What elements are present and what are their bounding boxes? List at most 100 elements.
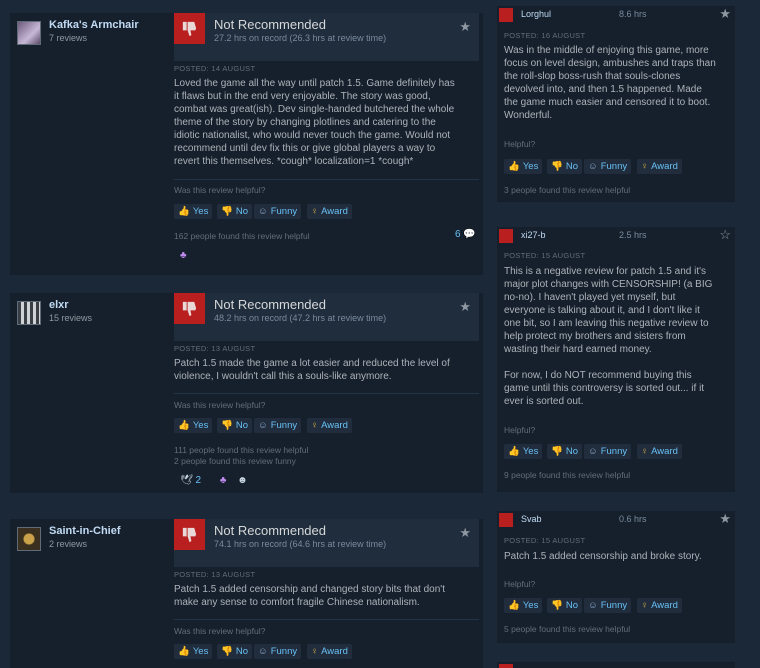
star-icon[interactable]: ★ — [719, 6, 731, 22]
award-button[interactable]: ♀ Award — [307, 644, 352, 659]
helpful-question: Helpful? — [504, 139, 536, 149]
award-icon: ♀ — [311, 206, 319, 217]
thumbs-up-icon: 👍 — [178, 646, 190, 657]
funny-button[interactable]: ☺ Funny — [584, 598, 632, 613]
star-icon[interactable]: ★ — [719, 511, 731, 527]
thumbs-up-icon: 👍 — [508, 600, 520, 611]
reviewer-name[interactable]: Svab — [521, 514, 542, 524]
thumbs-down-icon — [499, 8, 513, 22]
divider — [174, 179, 479, 180]
review-card-partial — [497, 662, 735, 668]
helpful-question: Was this review helpful? — [174, 185, 266, 195]
verdict-title: Not Recommended — [214, 17, 326, 32]
hours-played: 74.1 hrs on record (64.6 hrs at review t… — [214, 539, 387, 549]
review-header[interactable]: Lorghul 8.6 hrs ★ — [497, 6, 735, 24]
funny-button[interactable]: ☺ Funny — [254, 418, 302, 433]
no-button[interactable]: 👎 No — [547, 159, 582, 174]
yes-button[interactable]: 👍 Yes — [504, 598, 543, 613]
thumbs-up-icon: 👍 — [508, 161, 520, 172]
comments-link[interactable]: 6 💬 — [455, 229, 476, 240]
smiley-icon: ☺ — [588, 446, 598, 457]
star-icon[interactable]: ★ — [459, 299, 471, 315]
avatar[interactable] — [17, 301, 41, 325]
helpful-question: Was this review helpful? — [174, 400, 266, 410]
verdict-header[interactable]: Not Recommended 27.2 hrs on record (26.3… — [174, 13, 479, 61]
thumbs-up-icon: 👍 — [178, 420, 190, 431]
award-button[interactable]: ♀ Award — [307, 204, 352, 219]
funny-button[interactable]: ☺ Funny — [254, 644, 302, 659]
smiley-icon: ☺ — [588, 161, 598, 172]
review-card: Svab 0.6 hrs ★ POSTED: 15 AUGUST Patch 1… — [497, 511, 735, 643]
avatar[interactable] — [17, 21, 41, 45]
posted-date: POSTED: 16 AUGUST — [504, 31, 586, 40]
yes-button[interactable]: 👍 Yes — [504, 444, 543, 459]
award-reaction-icon: ♣ — [180, 250, 187, 261]
yes-button[interactable]: 👍 Yes — [174, 204, 213, 219]
review-text: Loved the game all the way until patch 1… — [174, 78, 455, 167]
thumbs-down-icon — [499, 664, 513, 668]
no-button[interactable]: 👎 No — [217, 644, 252, 659]
no-button[interactable]: 👎 No — [547, 598, 582, 613]
thumbs-up-icon: 👍 — [508, 446, 520, 457]
reviewer-name[interactable]: xi27-b — [521, 230, 546, 240]
helpful-count: 3 people found this review helpful — [504, 185, 631, 195]
thumbs-down-icon: 👎 — [221, 420, 233, 431]
star-icon[interactable]: ★ — [459, 19, 471, 35]
reactions: ♣ — [180, 250, 195, 261]
star-icon[interactable]: ★ — [459, 525, 471, 541]
thumbs-down-icon: 👎 — [221, 206, 233, 217]
thumbs-down-icon — [174, 293, 205, 324]
review-text: Patch 1.5 made the game a lot easier and… — [174, 358, 450, 382]
reviewer-name[interactable]: Lorghul — [521, 9, 551, 19]
yes-button[interactable]: 👍 Yes — [174, 418, 213, 433]
thumbs-down-icon — [174, 519, 205, 550]
review-card: xi27-b 2.5 hrs ☆ POSTED: 15 AUGUST This … — [497, 227, 735, 492]
review-count[interactable]: 15 reviews — [49, 313, 92, 323]
review-header[interactable]: xi27-b 2.5 hrs ☆ — [497, 227, 735, 245]
thumbs-down-icon — [499, 513, 513, 527]
no-button[interactable]: 👎 No — [547, 444, 582, 459]
helpful-count: 9 people found this review helpful — [504, 470, 631, 480]
smiley-icon: ☺ — [258, 206, 268, 217]
verdict-header[interactable]: Not Recommended 74.1 hrs on record (64.6… — [174, 519, 479, 567]
award-icon: ♀ — [641, 161, 649, 172]
smiley-icon: ☺ — [588, 600, 598, 611]
star-icon[interactable]: ☆ — [719, 227, 731, 243]
divider — [174, 619, 479, 620]
award-button[interactable]: ♀ Award — [307, 418, 352, 433]
helpful-count: 111 people found this review helpful 2 p… — [174, 445, 309, 466]
funny-button[interactable]: ☺ Funny — [584, 444, 632, 459]
award-icon: ♀ — [311, 646, 319, 657]
thumbs-down-icon: 👎 — [221, 646, 233, 657]
posted-date: POSTED: 15 AUGUST — [504, 536, 586, 545]
hours-played: 48.2 hrs on record (47.2 hrs at review t… — [214, 313, 387, 323]
award-button[interactable]: ♀ Award — [637, 159, 682, 174]
verdict-title: Not Recommended — [214, 297, 326, 312]
comment-icon: 💬 — [463, 229, 476, 240]
reviewer-name[interactable]: Kafka's Armchair — [49, 19, 139, 31]
review-count[interactable]: 2 reviews — [49, 539, 87, 549]
review-count[interactable]: 7 reviews — [49, 33, 87, 43]
review-card: Saint-in-Chief 2 reviews Not Recommended… — [10, 519, 483, 668]
funny-button[interactable]: ☺ Funny — [584, 159, 632, 174]
award-icon: ♀ — [311, 420, 319, 431]
no-button[interactable]: 👎 No — [217, 418, 252, 433]
award-button[interactable]: ♀ Award — [637, 444, 682, 459]
thumbs-down-icon: 👎 — [551, 600, 563, 611]
award-reaction-icon: ♣ — [219, 475, 227, 486]
posted-date: POSTED: 15 AUGUST — [504, 251, 586, 260]
yes-button[interactable]: 👍 Yes — [504, 159, 543, 174]
yes-button[interactable]: 👍 Yes — [174, 644, 213, 659]
hours-played: 0.6 hrs — [619, 514, 647, 524]
review-card: Kafka's Armchair 7 reviews Not Recommend… — [10, 13, 483, 275]
avatar[interactable] — [17, 527, 41, 551]
award-button[interactable]: ♀ Award — [637, 598, 682, 613]
verdict-header[interactable]: Not Recommended 48.2 hrs on record (47.2… — [174, 293, 479, 341]
reviewer-name[interactable]: elxr — [49, 299, 69, 311]
reviewer-name[interactable]: Saint-in-Chief — [49, 525, 121, 537]
thumbs-down-icon — [499, 229, 513, 243]
review-header[interactable]: Svab 0.6 hrs ★ — [497, 511, 735, 529]
funny-button[interactable]: ☺ Funny — [254, 204, 302, 219]
no-button[interactable]: 👎 No — [217, 204, 252, 219]
thumbs-down-icon: 👎 — [551, 446, 563, 457]
